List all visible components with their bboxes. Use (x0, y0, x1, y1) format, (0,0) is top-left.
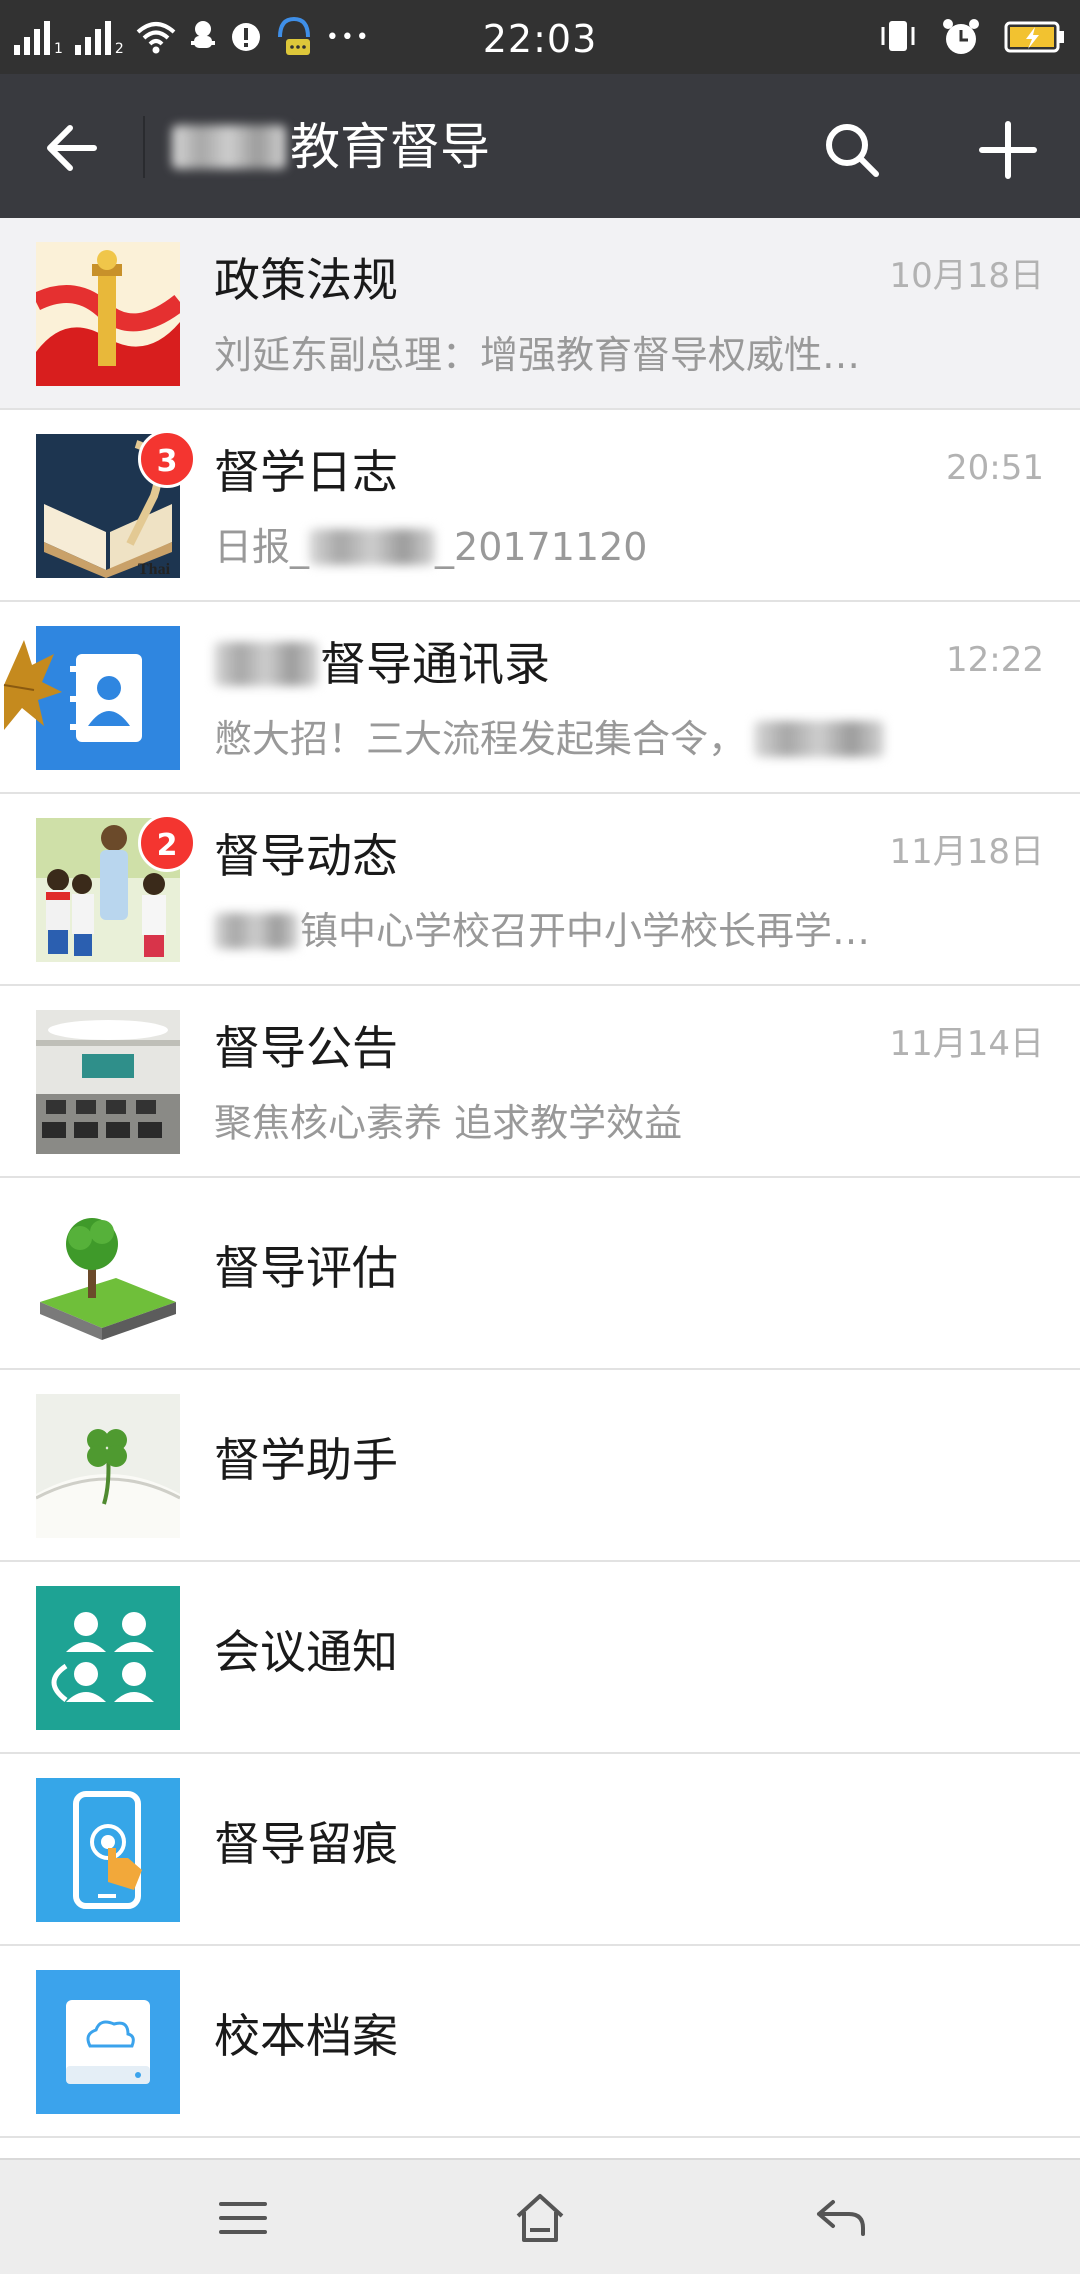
home-icon (516, 2194, 564, 2242)
preview-text: 镇中心学校召开中小学校长再学… (300, 909, 871, 953)
alarm-icon (943, 19, 979, 54)
plus-icon (979, 121, 1037, 179)
chat-title: 督学助手 (214, 1433, 398, 1487)
redacted-prefix (172, 125, 286, 169)
home-button[interactable] (495, 2178, 585, 2258)
search-button[interactable] (814, 112, 890, 188)
status-right (878, 0, 1066, 74)
menu-icon (219, 2202, 267, 2234)
title-divider (143, 116, 145, 178)
chat-title: 督导留痕 (214, 1817, 398, 1871)
chat-preview: 镇中心学校召开中小学校长再学… (214, 902, 870, 960)
menu-button[interactable] (198, 2178, 288, 2258)
redacted-text (754, 721, 885, 757)
chat-time: 11月18日 (889, 832, 1044, 872)
emblem-avatar (36, 242, 180, 386)
chat-row-archive[interactable]: 校本档案 (0, 1946, 1080, 2138)
back-icon (817, 2200, 865, 2236)
arrow-left-icon (47, 125, 97, 171)
title-bar: 教育督导 (0, 74, 1080, 218)
chat-row-evaluation[interactable]: 督导评估 (0, 1178, 1080, 1370)
app-root: 1 2 ••• 22:03 教育督导 政策法规 10月18日 刘延东副总理：增强… (0, 0, 1080, 2274)
redacted-text (214, 913, 298, 949)
preview-prefix: 日报_ (214, 525, 310, 569)
chat-title: 校本档案 (214, 2009, 398, 2063)
chat-title: 督导通讯录 (214, 632, 550, 696)
chat-preview: 日报_ _20171120 (214, 518, 647, 576)
chat-title: 会议通知 (214, 1625, 398, 1679)
chat-list: 政策法规 10月18日 刘延东副总理：增强教育督导权威性… Thai 3 督学日… (0, 218, 1080, 2158)
avatar-caption: Thai (138, 561, 171, 578)
chat-row-traces[interactable]: 督导留痕 (0, 1754, 1080, 1946)
chat-row-meeting[interactable]: 会议通知 (0, 1562, 1080, 1754)
chat-time: 10月18日 (889, 256, 1044, 296)
chat-title: 督导动态 (214, 829, 398, 883)
chat-title-text: 督导通讯录 (320, 637, 550, 691)
cloud-drive-avatar (36, 1970, 180, 2114)
unread-badge: 2 (138, 814, 196, 872)
preview-text: 憋大招！三大流程发起集合令， (214, 717, 747, 761)
preview-suffix: _20171120 (435, 525, 648, 569)
battery-charging-icon (1004, 21, 1064, 53)
tree-avatar (36, 1202, 180, 1346)
meeting-room-avatar (36, 1010, 180, 1154)
chat-preview: 刘延东副总理：增强教育督导权威性… (214, 333, 861, 377)
chat-time: 11月14日 (889, 1024, 1044, 1064)
chat-title: 政策法规 (214, 253, 398, 307)
chat-time: 12:22 (946, 640, 1044, 680)
status-bar: 1 2 ••• 22:03 (0, 0, 1080, 74)
system-nav-bar (0, 2158, 1080, 2274)
search-icon (826, 124, 879, 177)
clover-book-avatar (36, 1394, 180, 1538)
touch-phone-avatar (36, 1778, 180, 1922)
page-title-text: 教育督导 (290, 118, 490, 176)
add-button[interactable] (968, 112, 1048, 188)
chat-time: 20:51 (946, 448, 1044, 488)
chat-title: 督导公告 (214, 1021, 398, 1075)
autumn-leaf-icon (3, 640, 62, 730)
chat-title: 督学日志 (214, 445, 398, 499)
back-button[interactable] (30, 106, 114, 190)
page-title: 教育督导 (172, 112, 490, 182)
chat-title: 督导评估 (214, 1241, 398, 1295)
redacted-prefix (214, 642, 318, 686)
chat-row-contacts[interactable]: 督导通讯录 12:22 憋大招！三大流程发起集合令， (0, 602, 1080, 794)
chat-row-journal[interactable]: Thai 3 督学日志 20:51 日报_ _20171120 (0, 410, 1080, 602)
redacted-text (309, 529, 436, 565)
chat-preview: 憋大招！三大流程发起集合令， (214, 710, 885, 768)
chat-row-assistant[interactable]: 督学助手 (0, 1370, 1080, 1562)
system-back-button[interactable] (796, 2178, 886, 2258)
chat-row-policy[interactable]: 政策法规 10月18日 刘延东副总理：增强教育督导权威性… (0, 218, 1080, 410)
chat-preview: 聚焦核心素养 追求教学效益 (214, 1101, 683, 1145)
chat-row-news[interactable]: 2 督导动态 11月18日 镇中心学校召开中小学校长再学… (0, 794, 1080, 986)
chat-row-announcement[interactable]: 督导公告 11月14日 聚焦核心素养 追求教学效益 (0, 986, 1080, 1178)
people-group-avatar (36, 1586, 180, 1730)
unread-badge: 3 (138, 430, 196, 488)
vibrate-icon (881, 21, 915, 51)
